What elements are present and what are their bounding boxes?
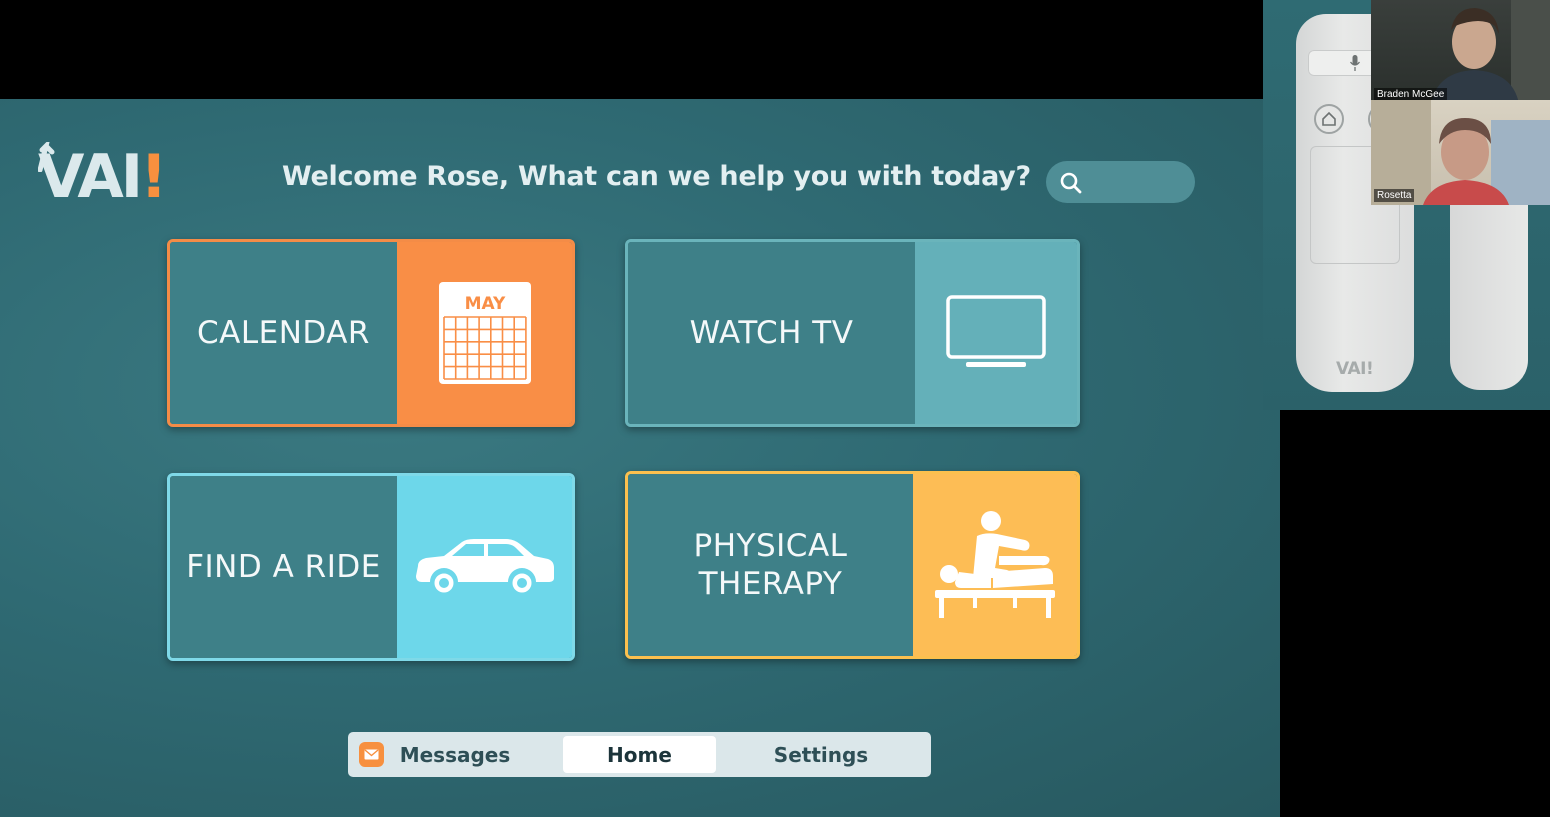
physical-therapy-label: PHYSICAL THERAPY: [693, 528, 848, 602]
find-a-ride-label-area: FIND A RIDE: [170, 476, 397, 658]
find-a-ride-label: FIND A RIDE: [186, 549, 381, 585]
search-icon: [1060, 172, 1082, 194]
watch-tv-label: WATCH TV: [689, 315, 854, 351]
massage-therapy-icon: [935, 511, 1055, 618]
calendar-icon: MAY: [438, 282, 531, 384]
calendar-month-text: MAY: [464, 294, 505, 314]
nav-settings-tab[interactable]: Settings: [728, 736, 914, 773]
home-icon: [1322, 111, 1336, 126]
participant-video-rosetta: Rosetta: [1371, 100, 1550, 205]
physical-therapy-label-area: PHYSICAL THERAPY: [628, 474, 913, 656]
calendar-icon-area: MAY: [397, 242, 572, 424]
participant-video-braden: Braden McGee: [1371, 0, 1550, 104]
physical-therapy-icon-area: [913, 474, 1077, 656]
find-a-ride-tile[interactable]: FIND A RIDE: [167, 473, 575, 661]
logo-exclamation: !: [140, 142, 167, 212]
nav-messages-tab[interactable]: Messages: [348, 736, 562, 773]
vai-home-screen: VAI! Welcome Rose, What can we help you …: [0, 99, 1280, 817]
logo-wordmark: VAI!: [38, 142, 168, 212]
logo-letters: VAI: [38, 142, 143, 212]
physical-therapy-tile[interactable]: PHYSICAL THERAPY: [625, 471, 1080, 659]
microphone-icon: [1350, 55, 1360, 71]
vai-logo: VAI!: [38, 142, 188, 212]
watch-tv-icon-area: [915, 242, 1077, 424]
calendar-tile[interactable]: CALENDAR MAY: [167, 239, 575, 427]
participant-name: Rosetta: [1374, 189, 1415, 202]
nav-home-tab[interactable]: Home: [563, 736, 716, 773]
welcome-message: Welcome Rose, What can we help you with …: [282, 161, 1031, 192]
car-icon: [415, 539, 554, 596]
calendar-label-area: CALENDAR: [170, 242, 397, 424]
watch-tv-label-area: WATCH TV: [628, 242, 915, 424]
watch-tv-tile[interactable]: WATCH TV: [625, 239, 1080, 427]
calendar-label: CALENDAR: [197, 315, 370, 351]
remote-logo: VAI!: [1336, 359, 1374, 379]
find-a-ride-icon-area: [397, 476, 572, 658]
tv-icon: [946, 295, 1046, 367]
remote-home-button: [1314, 104, 1344, 134]
search-button[interactable]: [1046, 161, 1195, 203]
bottom-navigation: Messages Home Settings: [348, 732, 931, 777]
